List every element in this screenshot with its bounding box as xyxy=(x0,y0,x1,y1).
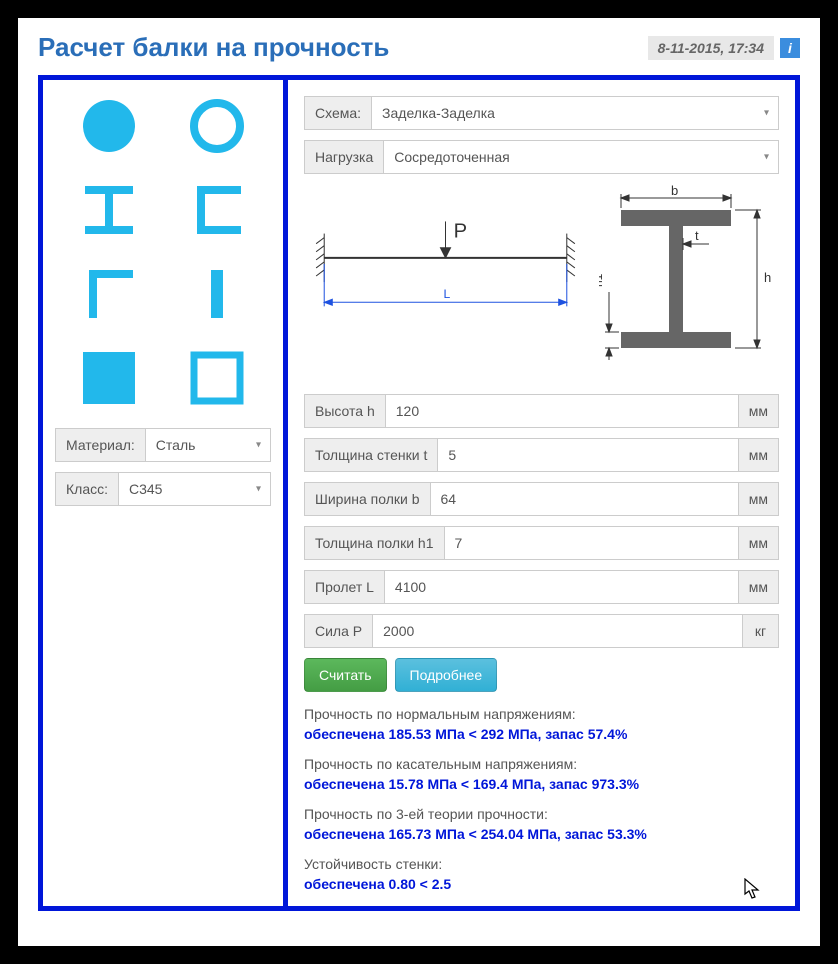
scheme-select[interactable]: Заделка-Заделка xyxy=(372,96,779,130)
shape-angle-icon[interactable] xyxy=(75,264,143,324)
material-label: Материал: xyxy=(55,428,146,462)
shape-solid-square-icon[interactable] xyxy=(75,348,143,408)
diagram-label-L: L xyxy=(443,287,450,301)
result-value: обеспечена 0.80 < 2.5 xyxy=(304,876,779,892)
diagram-area: P L xyxy=(304,184,779,364)
cursor-icon xyxy=(744,878,762,900)
b-unit: мм xyxy=(739,482,779,516)
t-label: Толщина стенки t xyxy=(304,438,438,472)
L-unit: мм xyxy=(739,570,779,604)
diagram-label-h: h xyxy=(764,270,771,285)
scheme-row: Схема: Заделка-Заделка xyxy=(304,96,779,130)
result-value: обеспечена 15.78 МПа < 169.4 МПа, запас … xyxy=(304,776,779,792)
h-label: Высота h xyxy=(304,394,386,428)
more-button[interactable]: Подробнее xyxy=(395,658,498,692)
diagram-label-t: t xyxy=(695,228,699,243)
shape-bar-icon[interactable] xyxy=(183,264,251,324)
result-title: Прочность по нормальным напряжениям: xyxy=(304,706,779,722)
right-panel: Схема: Заделка-Заделка Нагрузка Сосредот… xyxy=(283,80,795,906)
shape-hollow-square-icon[interactable] xyxy=(183,348,251,408)
load-select[interactable]: Сосредоточенная xyxy=(384,140,779,174)
left-panel: Материал: Сталь Класс: С345 xyxy=(43,80,283,906)
h1-label: Толщина полки h1 xyxy=(304,526,445,560)
class-row: Класс: С345 xyxy=(55,472,271,506)
result-title: Прочность по 3-ей теории прочности: xyxy=(304,806,779,822)
diagram-label-b: b xyxy=(671,184,678,198)
result-title: Прочность по касательным напряжениям: xyxy=(304,756,779,772)
result-value: обеспечена 185.53 МПа < 292 МПа, запас 5… xyxy=(304,726,779,742)
shape-i-beam-icon[interactable] xyxy=(75,180,143,240)
page-title: Расчет балки на прочность xyxy=(38,32,389,63)
L-input[interactable] xyxy=(385,570,739,604)
shape-channel-icon[interactable] xyxy=(183,180,251,240)
header: Расчет балки на прочность 8-11-2015, 17:… xyxy=(38,32,800,63)
shape-solid-circle-icon[interactable] xyxy=(75,96,143,156)
result-title: Устойчивость стенки: xyxy=(304,856,779,872)
result-value: обеспечена 165.73 МПа < 254.04 МПа, запа… xyxy=(304,826,779,842)
calculate-button[interactable]: Считать xyxy=(304,658,387,692)
shape-hollow-circle-icon[interactable] xyxy=(183,96,251,156)
timestamp: 8-11-2015, 17:34 xyxy=(648,36,774,60)
b-input[interactable] xyxy=(431,482,739,516)
class-select[interactable]: С345 xyxy=(119,472,271,506)
scheme-label: Схема: xyxy=(304,96,372,130)
P-label: Сила P xyxy=(304,614,373,648)
b-label: Ширина полки b xyxy=(304,482,431,516)
h-unit: мм xyxy=(739,394,779,428)
h-input[interactable] xyxy=(386,394,739,428)
diagram-label-h1: h1 xyxy=(599,273,605,287)
h1-input[interactable] xyxy=(445,526,739,560)
diagram-label-P: P xyxy=(454,221,467,243)
t-input[interactable] xyxy=(438,438,738,472)
material-select[interactable]: Сталь xyxy=(146,428,271,462)
P-input[interactable] xyxy=(373,614,743,648)
load-label: Нагрузка xyxy=(304,140,384,174)
P-unit: кг xyxy=(743,614,779,648)
info-button[interactable]: i xyxy=(780,38,800,58)
material-row: Материал: Сталь xyxy=(55,428,271,462)
L-label: Пролет L xyxy=(304,570,385,604)
section-diagram-icon: b h t h1 xyxy=(599,184,779,364)
beam-diagram-icon: P L xyxy=(304,184,587,364)
results: Прочность по нормальным напряжениям: обес… xyxy=(304,706,779,906)
h1-unit: мм xyxy=(739,526,779,560)
class-label: Класс: xyxy=(55,472,119,506)
t-unit: мм xyxy=(739,438,779,472)
load-row: Нагрузка Сосредоточенная xyxy=(304,140,779,174)
shape-picker xyxy=(55,96,271,428)
